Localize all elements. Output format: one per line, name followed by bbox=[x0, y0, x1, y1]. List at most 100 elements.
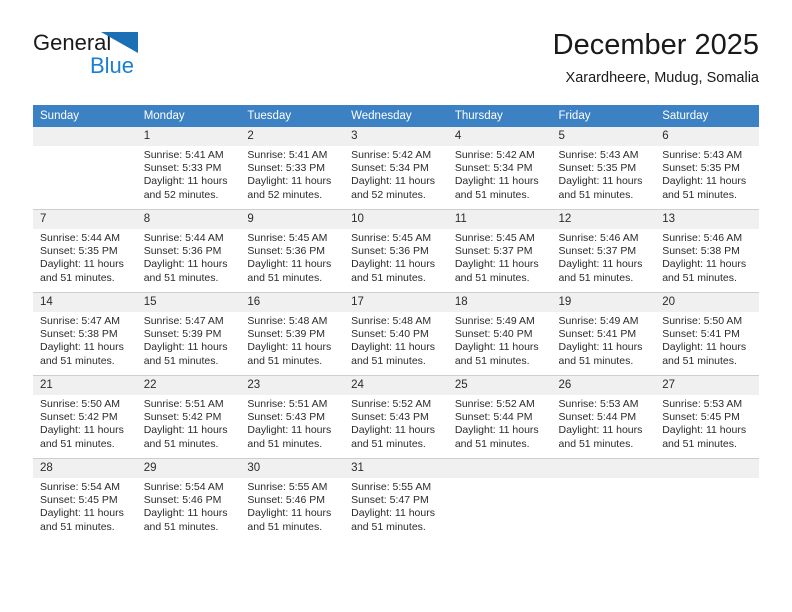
sunrise-text: Sunrise: 5:51 AM bbox=[143, 398, 224, 410]
sunset-text: Sunset: 5:44 PM bbox=[558, 411, 637, 424]
sunrise-text: Sunrise: 5:50 AM bbox=[662, 315, 743, 327]
calendar-day-cell[interactable]: 16 Sunrise: 5:48 AM Sunset: 5:39 PM Dayligh… bbox=[240, 292, 345, 376]
calendar-day-cell[interactable]: 25 Sunrise: 5:52 AM Sunset: 5:44 PM Dayligh… bbox=[447, 375, 552, 459]
daylight-text: Daylight: 11 hours and 51 minutes. bbox=[247, 507, 332, 533]
sunset-text: Sunset: 5:46 PM bbox=[247, 494, 326, 507]
calendar-day-cell[interactable]: 19 Sunrise: 5:49 AM Sunset: 5:41 PM Dayligh… bbox=[551, 292, 656, 376]
calendar-day-cell[interactable]: 31 Sunrise: 5:55 AM Sunset: 5:47 PM Dayligh… bbox=[344, 458, 448, 541]
calendar-day-cell[interactable]: 24 Sunrise: 5:52 AM Sunset: 5:43 PM Dayligh… bbox=[344, 375, 448, 459]
sunset-text: Sunset: 5:41 PM bbox=[662, 328, 740, 341]
day-number: 17 bbox=[344, 293, 448, 312]
calendar-day-cell[interactable]: 14 Sunrise: 5:47 AM Sunset: 5:38 PM Dayligh… bbox=[33, 292, 137, 376]
calendar-day-cell[interactable]: 22 Sunrise: 5:51 AM Sunset: 5:42 PM Dayligh… bbox=[136, 375, 241, 459]
calendar-day-cell[interactable]: 26 Sunrise: 5:53 AM Sunset: 5:44 PM Dayligh… bbox=[551, 375, 656, 459]
day-number: 2 bbox=[240, 127, 345, 146]
sunset-text: Sunset: 5:33 PM bbox=[143, 162, 222, 175]
general-blue-logo[interactable]: General Blue bbox=[33, 30, 233, 86]
daylight-text: Daylight: 11 hours and 51 minutes. bbox=[40, 424, 124, 450]
day-number: 10 bbox=[344, 210, 448, 229]
day-details: Sunrise: 5:41 AM Sunset: 5:33 PM Daylight:… bbox=[240, 146, 344, 202]
sunrise-text: Sunrise: 5:47 AM bbox=[40, 315, 120, 327]
calendar-day-cell[interactable]: 3 Sunrise: 5:42 AM Sunset: 5:34 PM Daylight… bbox=[344, 127, 448, 210]
sunrise-text: Sunrise: 5:41 AM bbox=[143, 149, 224, 161]
calendar-day-cell[interactable]: 28 Sunrise: 5:54 AM Sunset: 5:45 PM Dayligh… bbox=[33, 458, 137, 541]
calendar-week-row: 1 Sunrise: 5:41 AM Sunset: 5:33 PM Daylight… bbox=[33, 127, 759, 210]
calendar-day-cell[interactable]: 20 Sunrise: 5:50 AM Sunset: 5:41 PM Dayligh… bbox=[655, 292, 759, 376]
calendar-day-cell[interactable]: 5 Sunrise: 5:43 AM Sunset: 5:35 PM Daylight… bbox=[551, 127, 656, 210]
calendar-cell-empty bbox=[551, 458, 656, 541]
day-number: 30 bbox=[240, 459, 345, 478]
day-details: Sunrise: 5:43 AM Sunset: 5:35 PM Daylight:… bbox=[552, 146, 656, 202]
calendar-day-cell[interactable]: 4 Sunrise: 5:42 AM Sunset: 5:34 PM Daylight… bbox=[447, 127, 552, 210]
day-details: Sunrise: 5:41 AM Sunset: 5:33 PM Daylight:… bbox=[137, 146, 241, 202]
sunrise-text: Sunrise: 5:46 AM bbox=[662, 232, 743, 244]
daylight-text: Daylight: 11 hours and 51 minutes. bbox=[143, 258, 228, 284]
daylight-text: Daylight: 11 hours and 51 minutes. bbox=[40, 507, 124, 533]
sunset-text: Sunset: 5:47 PM bbox=[351, 494, 429, 507]
calendar-day-cell[interactable]: 7 Sunrise: 5:44 AM Sunset: 5:35 PM Daylight… bbox=[33, 209, 137, 293]
sunrise-text: Sunrise: 5:54 AM bbox=[40, 481, 120, 493]
calendar-day-cell[interactable]: 11 Sunrise: 5:45 AM Sunset: 5:37 PM Dayligh… bbox=[447, 209, 552, 293]
calendar-day-cell[interactable]: 17 Sunrise: 5:48 AM Sunset: 5:40 PM Dayligh… bbox=[344, 292, 448, 376]
calendar-day-cell[interactable]: 6 Sunrise: 5:43 AM Sunset: 5:35 PM Daylight… bbox=[655, 127, 759, 210]
calendar-day-cell[interactable]: 1 Sunrise: 5:41 AM Sunset: 5:33 PM Daylight… bbox=[136, 127, 241, 210]
calendar-day-cell[interactable]: 29 Sunrise: 5:54 AM Sunset: 5:46 PM Dayligh… bbox=[136, 458, 241, 541]
location-subtitle: Xarardheere, Mudug, Somalia bbox=[565, 70, 759, 86]
sunset-text: Sunset: 5:40 PM bbox=[454, 328, 533, 341]
day-details: Sunrise: 5:52 AM Sunset: 5:44 PM Daylight:… bbox=[448, 395, 552, 451]
sunrise-text: Sunrise: 5:43 AM bbox=[662, 149, 743, 161]
daylight-text: Daylight: 11 hours and 51 minutes. bbox=[247, 341, 332, 367]
sunrise-text: Sunrise: 5:52 AM bbox=[454, 398, 535, 410]
day-number: 11 bbox=[447, 210, 552, 229]
day-number: 9 bbox=[240, 210, 345, 229]
daylight-text: Daylight: 11 hours and 51 minutes. bbox=[454, 258, 539, 284]
calendar-day-cell[interactable]: 10 Sunrise: 5:45 AM Sunset: 5:36 PM Dayligh… bbox=[344, 209, 448, 293]
daylight-text: Daylight: 11 hours and 51 minutes. bbox=[662, 175, 747, 201]
sunset-text: Sunset: 5:39 PM bbox=[247, 328, 326, 341]
day-number: 18 bbox=[447, 293, 552, 312]
daylight-text: Daylight: 11 hours and 52 minutes. bbox=[143, 175, 228, 201]
day-details: Sunrise: 5:52 AM Sunset: 5:43 PM Daylight:… bbox=[344, 395, 448, 451]
day-details: Sunrise: 5:53 AM Sunset: 5:44 PM Daylight:… bbox=[552, 395, 656, 451]
day-details: Sunrise: 5:47 AM Sunset: 5:39 PM Daylight:… bbox=[137, 312, 241, 368]
day-number: 7 bbox=[33, 210, 137, 229]
calendar-day-cell[interactable]: 23 Sunrise: 5:51 AM Sunset: 5:43 PM Dayligh… bbox=[240, 375, 345, 459]
day-number: 6 bbox=[655, 127, 759, 146]
calendar-day-cell[interactable]: 30 Sunrise: 5:55 AM Sunset: 5:46 PM Dayligh… bbox=[240, 458, 345, 541]
day-details: Sunrise: 5:44 AM Sunset: 5:36 PM Daylight:… bbox=[137, 229, 241, 285]
day-number: 22 bbox=[136, 376, 241, 395]
weekday-header-sunday: Sunday bbox=[33, 105, 137, 127]
title-block: December 2025 Xarardheere, Mudug, Somali… bbox=[553, 28, 759, 88]
calendar-day-cell[interactable]: 27 Sunrise: 5:53 AM Sunset: 5:45 PM Dayligh… bbox=[655, 375, 759, 459]
day-details: Sunrise: 5:43 AM Sunset: 5:35 PM Daylight:… bbox=[655, 146, 759, 202]
daylight-text: Daylight: 11 hours and 51 minutes. bbox=[558, 175, 643, 201]
calendar-day-cell[interactable]: 13 Sunrise: 5:46 AM Sunset: 5:38 PM Dayligh… bbox=[655, 209, 759, 293]
daylight-text: Daylight: 11 hours and 51 minutes. bbox=[247, 258, 332, 284]
calendar-day-cell[interactable]: 2 Sunrise: 5:41 AM Sunset: 5:33 PM Daylight… bbox=[240, 127, 345, 210]
sunrise-text: Sunrise: 5:43 AM bbox=[558, 149, 639, 161]
day-number: 8 bbox=[136, 210, 241, 229]
calendar-day-cell[interactable]: 21 Sunrise: 5:50 AM Sunset: 5:42 PM Dayligh… bbox=[33, 375, 137, 459]
day-details: Sunrise: 5:50 AM Sunset: 5:42 PM Daylight:… bbox=[33, 395, 137, 451]
calendar-body: 1 Sunrise: 5:41 AM Sunset: 5:33 PM Daylight… bbox=[33, 127, 759, 541]
day-details: Sunrise: 5:51 AM Sunset: 5:43 PM Daylight:… bbox=[240, 395, 344, 451]
day-number: 27 bbox=[655, 376, 759, 395]
sunrise-text: Sunrise: 5:54 AM bbox=[143, 481, 224, 493]
calendar-day-cell[interactable]: 12 Sunrise: 5:46 AM Sunset: 5:37 PM Dayligh… bbox=[551, 209, 656, 293]
daylight-text: Daylight: 11 hours and 51 minutes. bbox=[662, 424, 747, 450]
day-details: Sunrise: 5:54 AM Sunset: 5:46 PM Daylight:… bbox=[137, 478, 241, 534]
calendar-day-cell[interactable]: 9 Sunrise: 5:45 AM Sunset: 5:36 PM Daylight… bbox=[240, 209, 345, 293]
sunset-text: Sunset: 5:36 PM bbox=[143, 245, 222, 258]
weekday-header-wednesday: Wednesday bbox=[344, 105, 448, 127]
day-number bbox=[33, 127, 137, 146]
day-details: Sunrise: 5:54 AM Sunset: 5:45 PM Daylight:… bbox=[33, 478, 137, 534]
daylight-text: Daylight: 11 hours and 51 minutes. bbox=[454, 175, 539, 201]
calendar-page: General Blue December 2025 Xarardheere, … bbox=[0, 0, 792, 612]
sunrise-text: Sunrise: 5:46 AM bbox=[558, 232, 639, 244]
calendar-day-cell[interactable]: 15 Sunrise: 5:47 AM Sunset: 5:39 PM Dayligh… bbox=[136, 292, 241, 376]
day-details: Sunrise: 5:51 AM Sunset: 5:42 PM Daylight:… bbox=[137, 395, 241, 451]
day-details: Sunrise: 5:45 AM Sunset: 5:37 PM Daylight:… bbox=[448, 229, 552, 285]
calendar-day-cell[interactable]: 8 Sunrise: 5:44 AM Sunset: 5:36 PM Daylight… bbox=[136, 209, 241, 293]
sunrise-text: Sunrise: 5:50 AM bbox=[40, 398, 120, 410]
calendar-day-cell[interactable]: 18 Sunrise: 5:49 AM Sunset: 5:40 PM Dayligh… bbox=[447, 292, 552, 376]
